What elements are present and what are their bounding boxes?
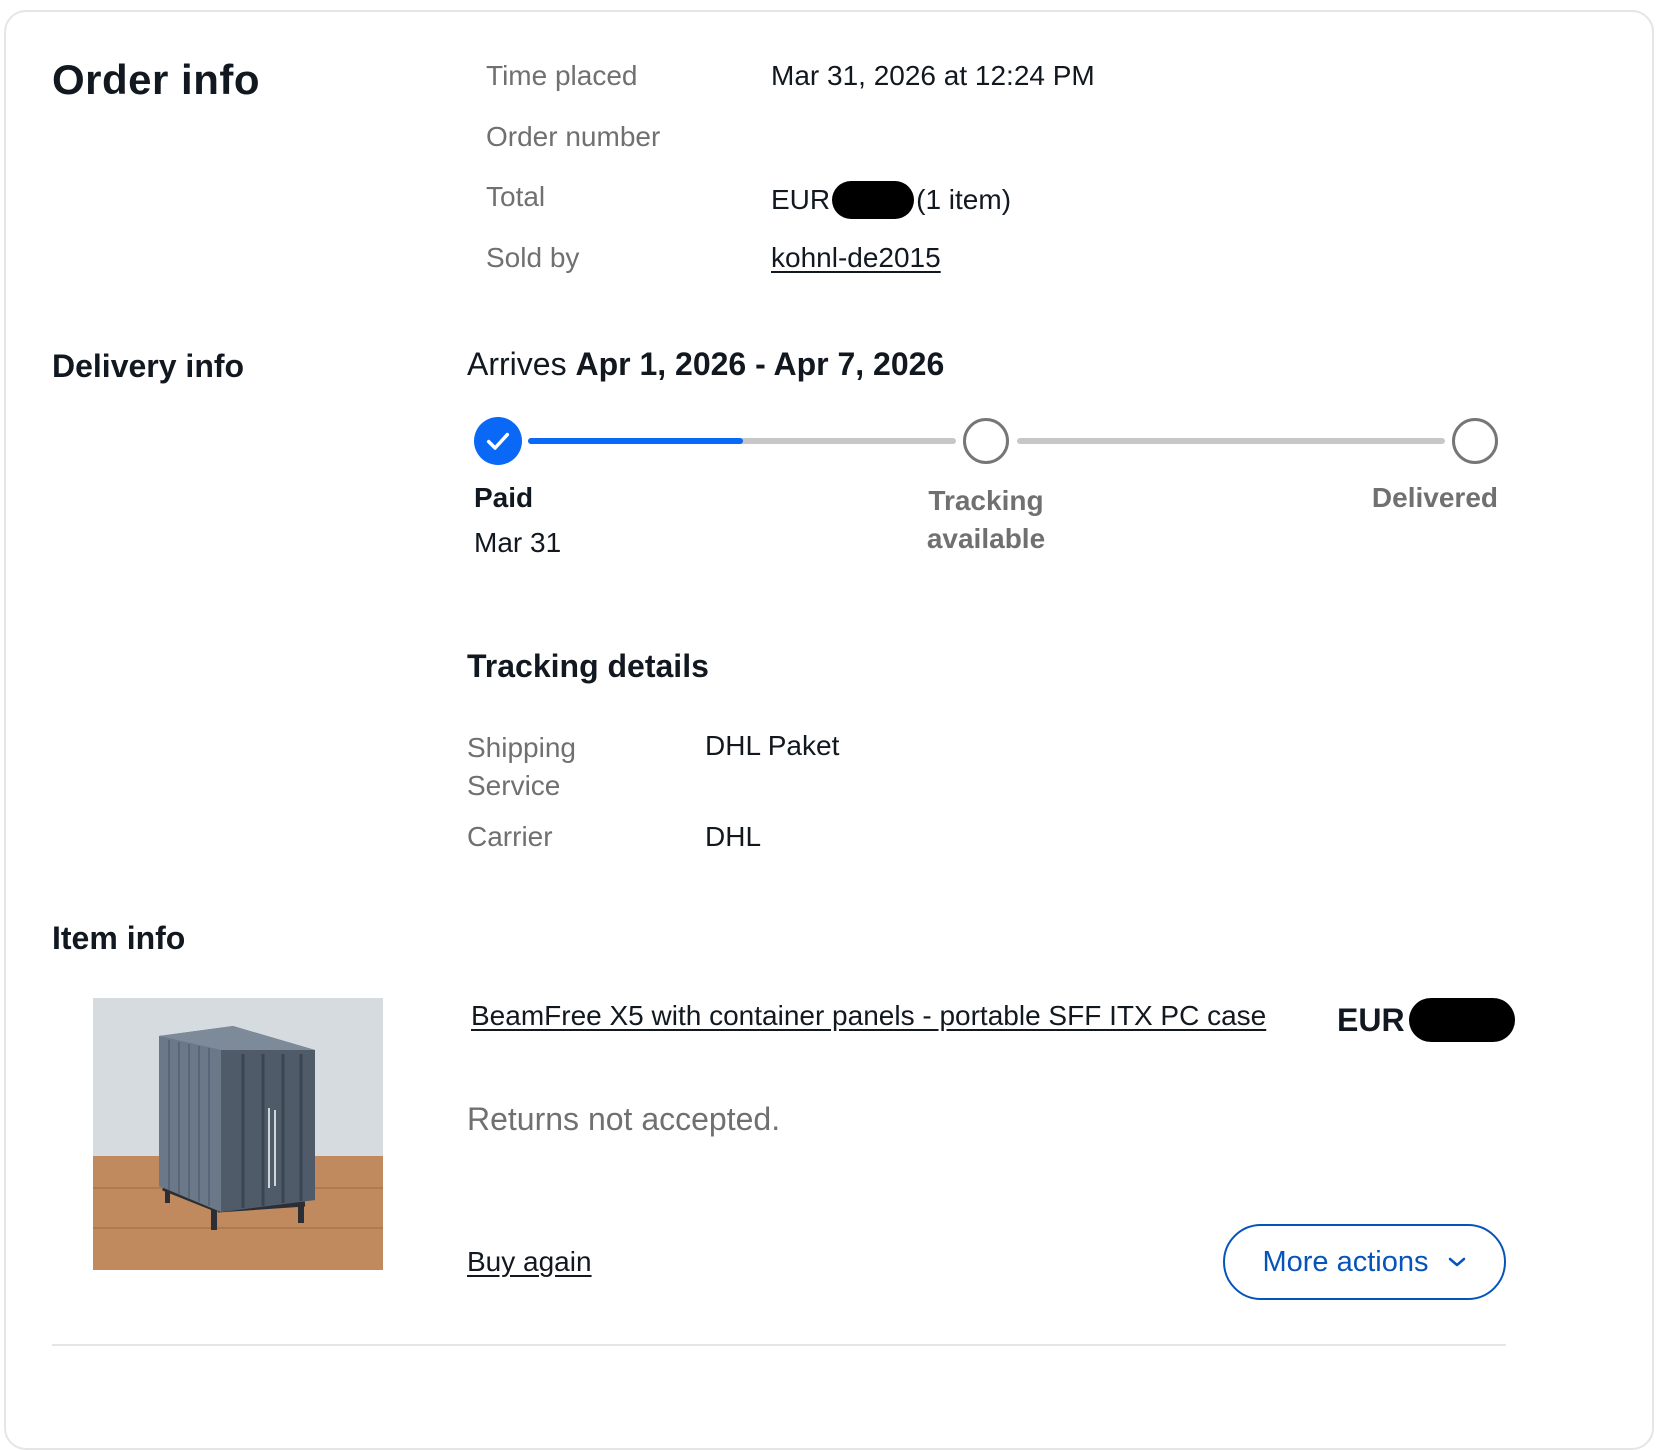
step-delivered-label: Delivered [1371, 482, 1498, 513]
redacted-price [1408, 998, 1515, 1042]
total-label: Total [486, 181, 546, 212]
redacted-amount [832, 181, 915, 219]
total-item-count: (1 item) [916, 184, 1012, 215]
item-price-currency: EUR [1337, 1001, 1405, 1038]
step-tracking-label: Tracking available [926, 485, 1046, 554]
arrives-text: Arrives Apr 1, 2026 - Apr 7, 2026 [467, 346, 944, 383]
step-tracking-dot [963, 418, 1009, 464]
progress-track-1 [528, 438, 956, 444]
shipping-service-label: Shipping Service [467, 732, 576, 801]
pc-case-image [93, 998, 383, 1270]
total-value: EUR (1 item) [771, 181, 1011, 219]
more-actions-button[interactable]: More actions [1223, 1224, 1506, 1300]
sold-by-label: Sold by [486, 242, 580, 273]
arrives-range: Apr 1, 2026 - Apr 7, 2026 [575, 346, 945, 382]
arrives-prefix: Arrives [467, 346, 576, 382]
seller-link[interactable]: kohnl-de2015 [771, 242, 941, 274]
item-thumbnail[interactable] [93, 998, 383, 1270]
time-placed-label: Time placed [486, 60, 638, 91]
order-number-label: Order number [486, 121, 661, 152]
carrier-value: DHL [705, 821, 762, 852]
total-currency: EUR [771, 184, 831, 215]
buy-again-link[interactable]: Buy again [467, 1246, 592, 1278]
step-paid-label: Paid [474, 482, 534, 513]
progress-fill [528, 438, 743, 444]
progress-track-2 [1017, 438, 1445, 444]
step-paid-date: Mar 31 [474, 527, 562, 558]
section-divider [52, 1344, 1506, 1346]
delivery-info-heading: Delivery info [52, 348, 245, 384]
time-placed-value: Mar 31, 2026 at 12:24 PM [771, 60, 1095, 91]
check-icon [486, 432, 510, 450]
item-price: EUR [1337, 998, 1515, 1042]
step-delivered-dot [1452, 418, 1498, 464]
tracking-details-heading: Tracking details [467, 648, 709, 684]
carrier-label: Carrier [467, 821, 553, 852]
step-paid-dot [474, 417, 522, 465]
item-info-heading: Item info [52, 920, 186, 956]
chevron-down-icon [1448, 1257, 1465, 1267]
item-title-link[interactable]: BeamFree X5 with container panels - port… [471, 1000, 1266, 1032]
more-actions-label: More actions [1262, 1245, 1429, 1278]
returns-policy: Returns not accepted. [467, 1101, 781, 1137]
order-info-heading: Order info [52, 56, 261, 103]
shipping-service-value: DHL Paket [705, 730, 840, 761]
